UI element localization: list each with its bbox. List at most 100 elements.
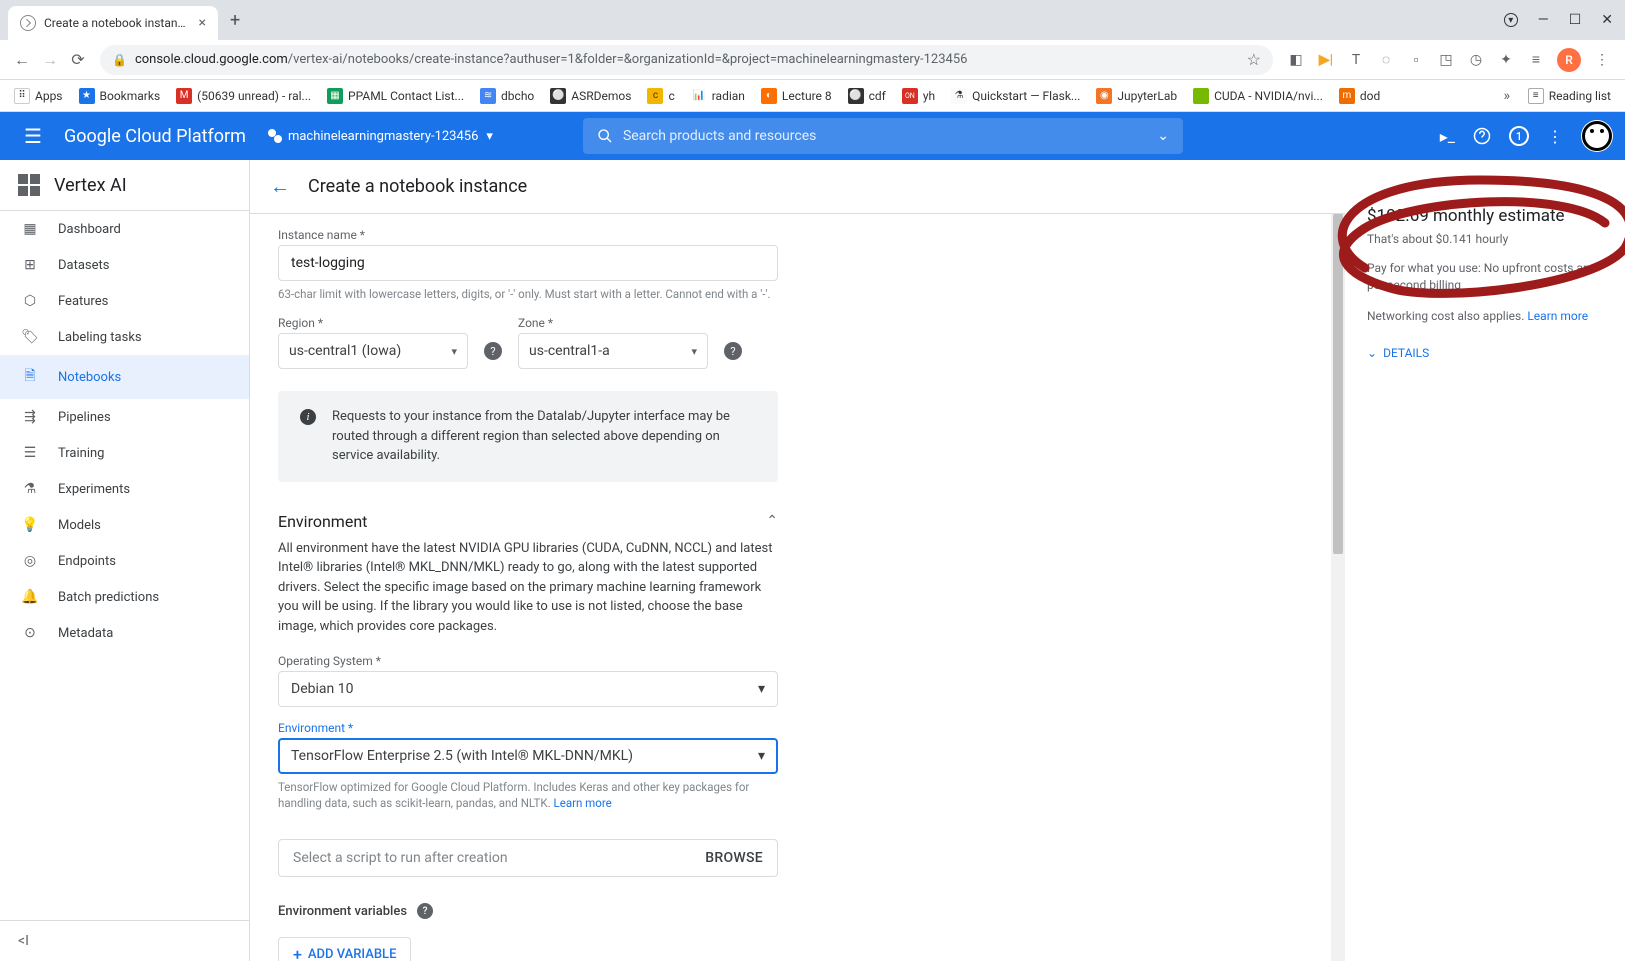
notifications-badge[interactable]: 1: [1509, 126, 1529, 146]
sidebar-item-notebooks[interactable]: 🗎Notebooks: [0, 355, 249, 399]
page-title: Create a notebook instance: [308, 176, 527, 197]
browse-button[interactable]: BROWSE: [705, 850, 763, 866]
chevron-down-icon: ▾: [486, 129, 493, 144]
bookmark-apps[interactable]: ⠿Apps: [8, 86, 69, 106]
bookmark-star-icon[interactable]: ☆: [1247, 50, 1261, 69]
instance-name-input[interactable]: [278, 245, 778, 281]
os-value: Debian 10: [291, 681, 353, 697]
url-path: /vertex-ai/notebooks/create-instance?aut…: [288, 52, 968, 67]
sidebar-item-datasets[interactable]: ⊞Datasets: [0, 247, 249, 283]
script-selector[interactable]: Select a script to run after creation BR…: [278, 839, 778, 877]
os-label: Operating System *: [278, 654, 982, 668]
sidebar-item-models[interactable]: 💡Models: [0, 507, 249, 543]
extension-icon[interactable]: ◷: [1466, 52, 1486, 68]
browser-account-icon[interactable]: ▾: [1504, 13, 1518, 27]
extension-icon[interactable]: ▫: [1406, 51, 1426, 68]
bookmark[interactable]: ⚪ASRDemos: [544, 86, 637, 106]
account-avatar[interactable]: [1581, 120, 1613, 152]
environment-heading[interactable]: Environment ⌃: [278, 512, 778, 531]
environment-select[interactable]: TensorFlow Enterprise 2.5 (with Intel® M…: [278, 738, 778, 774]
gcp-menu-icon[interactable]: ☰: [12, 124, 54, 148]
details-toggle[interactable]: ⌄ DETAILS: [1367, 346, 1603, 360]
project-name: machinelearningmastery-123456: [288, 129, 478, 144]
region-select[interactable]: us-central1 (Iowa) ▾: [278, 333, 468, 369]
zone-value: us-central1-a: [529, 343, 610, 359]
labeling-icon: 🏷: [20, 329, 40, 345]
sidebar-item-training[interactable]: ☰Training: [0, 435, 249, 471]
chevron-down-icon: ▾: [758, 748, 765, 764]
reload-button[interactable]: ⟳: [64, 46, 92, 74]
close-tab-icon[interactable]: ×: [199, 15, 206, 31]
sidebar: Vertex AI ▦Dashboard ⊞Datasets ⬡Features…: [0, 160, 250, 961]
search-bar[interactable]: ⌄: [583, 118, 1183, 154]
script-placeholder: Select a script to run after creation: [293, 850, 508, 866]
bookmark[interactable]: 📊radian: [685, 86, 751, 106]
sidebar-item-pipelines[interactable]: ⇶Pipelines: [0, 399, 249, 435]
bookmark[interactable]: ◉JupyterLab: [1090, 86, 1183, 106]
window-maximize-icon[interactable]: ☐: [1569, 12, 1582, 28]
help-icon[interactable]: [1473, 127, 1491, 145]
sidebar-item-features[interactable]: ⬡Features: [0, 283, 249, 319]
sidebar-item-labeling[interactable]: 🏷Labeling tasks: [0, 319, 249, 355]
zone-help-icon[interactable]: ?: [724, 342, 742, 360]
zone-select[interactable]: us-central1-a ▾: [518, 333, 708, 369]
gcp-logo[interactable]: Google Cloud Platform: [54, 126, 256, 147]
collapse-icon[interactable]: ⌃: [766, 513, 778, 529]
sidebar-item-experiments[interactable]: ⚗Experiments: [0, 471, 249, 507]
learn-more-link[interactable]: Learn more: [1527, 309, 1588, 323]
url-domain: console.cloud.google.com: [135, 52, 288, 67]
chevron-down-icon: ▾: [758, 681, 765, 697]
zone-label: Zone *: [518, 316, 708, 330]
scrollbar[interactable]: [1331, 214, 1345, 961]
tab-favicon: [20, 15, 36, 31]
bookmark[interactable]: ⚗Quickstart — Flask...: [945, 86, 1086, 106]
bookmark[interactable]: mdod: [1333, 86, 1386, 106]
back-button[interactable]: ←: [8, 46, 36, 74]
bookmark[interactable]: ▦PPAML Contact List...: [321, 86, 470, 106]
bookmark[interactable]: ⚪cdf: [842, 86, 892, 106]
reading-list-button[interactable]: ≡Reading list: [1522, 86, 1617, 106]
extension-icon[interactable]: ≡: [1526, 51, 1546, 68]
bookmark[interactable]: ONyh: [896, 86, 941, 106]
region-label: Region *: [278, 316, 468, 330]
extension-icon[interactable]: ▶|: [1316, 52, 1336, 68]
region-help-icon[interactable]: ?: [484, 342, 502, 360]
bookmark[interactable]: ◐Lecture 8: [755, 86, 838, 106]
window-close-icon[interactable]: ✕: [1601, 12, 1613, 28]
extension-icon[interactable]: ◌: [1376, 51, 1396, 68]
bookmark[interactable]: ≋dbcho: [474, 86, 540, 106]
endpoints-icon: ◎: [20, 553, 40, 569]
sidebar-item-endpoints[interactable]: ◎Endpoints: [0, 543, 249, 579]
new-tab-button[interactable]: +: [218, 10, 252, 31]
sidebar-header[interactable]: Vertex AI: [0, 160, 249, 211]
extension-icon[interactable]: ◧: [1286, 52, 1306, 68]
project-selector[interactable]: machinelearningmastery-123456 ▾: [268, 129, 493, 144]
profile-avatar[interactable]: R: [1557, 48, 1581, 72]
cloud-shell-icon[interactable]: ▸_: [1440, 127, 1455, 146]
sidebar-item-dashboard[interactable]: ▦Dashboard: [0, 211, 249, 247]
browser-menu-icon[interactable]: ⋮: [1592, 52, 1612, 68]
back-arrow-icon[interactable]: ←: [270, 174, 290, 199]
add-variable-button[interactable]: + ADD VARIABLE: [278, 937, 411, 961]
scrollbar-thumb[interactable]: [1333, 214, 1343, 554]
sidebar-collapse-button[interactable]: <I: [0, 920, 249, 961]
utilities-menu-icon[interactable]: ⋮: [1547, 127, 1563, 146]
os-select[interactable]: Debian 10 ▾: [278, 671, 778, 707]
bookmark[interactable]: ★Bookmarks: [73, 86, 167, 106]
search-input[interactable]: [623, 128, 1157, 144]
extensions-menu-icon[interactable]: ✦: [1496, 52, 1516, 68]
extension-icon[interactable]: T: [1346, 52, 1366, 68]
bookmark[interactable]: CUDA - NVIDIA/nvi...: [1187, 86, 1329, 106]
env-vars-help-icon[interactable]: ?: [417, 903, 433, 919]
bookmark[interactable]: M(50639 unread) - ral...: [170, 86, 317, 106]
learn-more-link[interactable]: Learn more: [554, 796, 612, 810]
bookmark[interactable]: cc: [641, 86, 680, 106]
browser-tab[interactable]: Create a notebook instance – Ver ×: [8, 6, 218, 40]
sidebar-item-batch[interactable]: 🔔Batch predictions: [0, 579, 249, 615]
address-bar[interactable]: 🔒 console.cloud.google.com/vertex-ai/not…: [100, 45, 1273, 75]
extension-icon[interactable]: ◳: [1436, 52, 1456, 68]
sidebar-item-metadata[interactable]: ⊙Metadata: [0, 615, 249, 651]
chevron-down-icon[interactable]: ⌄: [1157, 128, 1169, 144]
bookmarks-overflow-icon[interactable]: »: [1497, 88, 1517, 104]
window-minimize-icon[interactable]: —: [1538, 12, 1549, 28]
